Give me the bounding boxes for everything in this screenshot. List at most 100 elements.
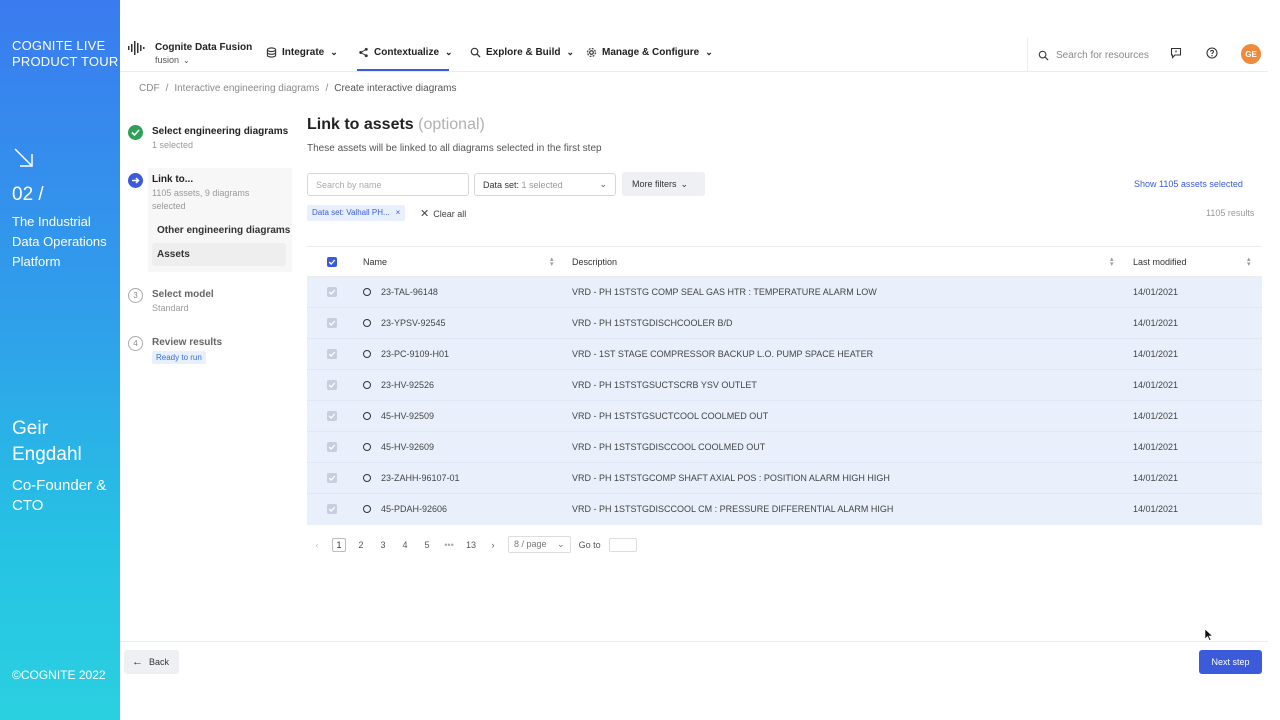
environment-selector[interactable]: fusion ⌄	[155, 55, 190, 65]
asset-name[interactable]: 23-ZAHH-96107-01	[381, 473, 460, 483]
table-row[interactable]: 23-ZAHH-96107-01 VRD - PH 1STSTGCOMP SHA…	[307, 463, 1262, 494]
page-size-label: 8 / page	[514, 539, 547, 549]
asset-icon	[363, 381, 371, 389]
asset-name[interactable]: 23-PC-9109-H01	[381, 349, 449, 359]
page-description: These assets will be linked to all diagr…	[307, 143, 602, 154]
page-3[interactable]: 3	[376, 538, 390, 552]
row-checkbox[interactable]	[327, 411, 337, 421]
asset-last-modified: 14/01/2021	[1133, 318, 1179, 328]
step-subtitle: 1 selected	[152, 140, 194, 150]
show-selected-link[interactable]: Show 1105 assets selected	[1134, 179, 1243, 189]
column-last-modified[interactable]: Last modified	[1133, 257, 1187, 267]
breadcrumb-interactive-diagrams[interactable]: Interactive engineering diagrams	[174, 83, 319, 94]
nav-explore-build[interactable]: Explore & Build ⌄	[470, 47, 574, 58]
table-row[interactable]: 23-PC-9109-H01 VRD - 1ST STAGE COMPRESSO…	[307, 339, 1262, 370]
clear-all-label: Clear all	[433, 209, 467, 219]
asset-name[interactable]: 23-TAL-96148	[381, 287, 438, 297]
column-name[interactable]: Name	[363, 257, 387, 267]
asset-last-modified: 14/01/2021	[1133, 349, 1179, 359]
asset-last-modified: 14/01/2021	[1133, 287, 1179, 297]
back-button[interactable]: ← Back	[124, 650, 179, 674]
asset-name[interactable]: 45-HV-92609	[381, 442, 434, 452]
table-row[interactable]: 45-HV-92609 VRD - PH 1STSTGDISCCOOL COOL…	[307, 432, 1262, 463]
asset-name[interactable]: 45-HV-92509	[381, 411, 434, 421]
goto-page-input[interactable]	[608, 537, 637, 552]
database-icon	[266, 47, 277, 58]
asset-last-modified: 14/01/2021	[1133, 411, 1179, 421]
asset-last-modified: 14/01/2021	[1133, 504, 1179, 514]
asset-icon	[363, 474, 371, 482]
row-checkbox[interactable]	[327, 442, 337, 452]
chapter-number: 02 /	[12, 184, 44, 205]
page-5[interactable]: 5	[420, 538, 434, 552]
next-page-icon[interactable]: ›	[486, 538, 500, 552]
help-icon[interactable]	[1206, 47, 1218, 59]
more-filters-button[interactable]: More filters ⌄	[622, 172, 705, 196]
search-by-name-input[interactable]: Search by name	[307, 173, 469, 196]
next-step-button[interactable]: Next step	[1199, 650, 1262, 674]
row-checkbox[interactable]	[327, 473, 337, 483]
more-filters-label: More filters	[632, 179, 677, 189]
substep-assets[interactable]: Assets	[152, 243, 286, 266]
asset-name[interactable]: 23-HV-92526	[381, 380, 434, 390]
dataset-label: Data set:	[483, 180, 520, 190]
feedback-icon[interactable]	[1170, 47, 1182, 59]
row-checkbox[interactable]	[327, 504, 337, 514]
select-all-checkbox[interactable]	[327, 257, 337, 267]
sort-icon[interactable]: ▴ ▾	[550, 256, 554, 268]
page-ellipsis[interactable]: •••	[442, 538, 456, 552]
page-size-select[interactable]: 8 / page ⌄	[508, 536, 571, 553]
goto-label: Go to	[578, 539, 601, 550]
asset-description: VRD - PH 1STSTGDISCCOOL CM : PRESSURE DI…	[572, 504, 894, 514]
share-nodes-icon	[359, 47, 368, 58]
column-description[interactable]: Description	[572, 257, 617, 267]
resource-search[interactable]: Search for resources	[1027, 38, 1157, 72]
environment-label: fusion	[155, 55, 180, 65]
filter-tag[interactable]: Data set: Valhall PH... ×	[307, 205, 406, 221]
close-icon[interactable]: ×	[396, 208, 401, 217]
row-checkbox[interactable]	[327, 318, 337, 328]
nav-explore-build-label: Explore & Build	[486, 47, 561, 58]
dataset-select[interactable]: Data set: 1 selected ⌄	[474, 173, 616, 196]
prev-page-icon[interactable]: ‹	[310, 538, 324, 552]
breadcrumb-cdf[interactable]: CDF	[139, 83, 160, 94]
page-1[interactable]: 1	[332, 537, 346, 552]
substep-other-diagrams[interactable]: Other engineering diagrams	[157, 225, 290, 236]
table-row[interactable]: 23-YPSV-92545 VRD - PH 1STSTGDISCHCOOLER…	[307, 308, 1262, 339]
nav-contextualize-label: Contextualize	[374, 47, 440, 58]
arrow-right-circle-icon	[128, 173, 143, 188]
sort-icon[interactable]: ▴ ▾	[1110, 256, 1114, 268]
table-row[interactable]: 23-HV-92526 VRD - PH 1STSTGSUCTSCRB YSV …	[307, 370, 1262, 401]
cognite-logo-icon[interactable]	[128, 40, 146, 56]
row-checkbox[interactable]	[327, 287, 337, 297]
row-checkbox[interactable]	[327, 380, 337, 390]
table-row[interactable]: 45-PDAH-92606 VRD - PH 1STSTGDISCCOOL CM…	[307, 494, 1262, 525]
breadcrumb-current: Create interactive diagrams	[334, 83, 457, 94]
page-4[interactable]: 4	[398, 538, 412, 552]
app-brand: Cognite Data Fusion	[155, 42, 253, 53]
asset-description: VRD - PH 1STSTGDISCCOOL COOLMED OUT	[572, 442, 766, 452]
row-checkbox[interactable]	[327, 349, 337, 359]
table-row[interactable]: 23-TAL-96148 VRD - PH 1STSTG COMP SEAL G…	[307, 277, 1262, 308]
page-13[interactable]: 13	[464, 538, 478, 552]
asset-last-modified: 14/01/2021	[1133, 473, 1179, 483]
asset-description: VRD - PH 1STSTG COMP SEAL GAS HTR : TEMP…	[572, 287, 877, 297]
clear-all-button[interactable]: ✕ Clear all	[420, 207, 466, 220]
filter-tag-label: Data set: Valhall PH...	[312, 208, 390, 217]
chevron-down-icon: ⌄	[566, 47, 574, 57]
asset-name[interactable]: 23-YPSV-92545	[381, 318, 446, 328]
nav-integrate[interactable]: Integrate ⌄	[266, 47, 338, 58]
page-2[interactable]: 2	[354, 538, 368, 552]
chevron-down-icon: ⌄	[680, 179, 689, 189]
table-row[interactable]: 45-HV-92509 VRD - PH 1STSTGSUCTCOOL COOL…	[307, 401, 1262, 432]
asset-name[interactable]: 45-PDAH-92606	[381, 504, 447, 514]
user-avatar[interactable]: GE	[1241, 44, 1261, 64]
asset-description: VRD - PH 1STSTGCOMP SHAFT AXIAL POS : PO…	[572, 473, 890, 483]
nav-contextualize[interactable]: Contextualize ⌄	[358, 47, 453, 58]
arrow-down-right-icon	[14, 148, 33, 167]
nav-manage-configure[interactable]: Manage & Configure ⌄	[586, 47, 713, 58]
step-number-3: 3	[128, 288, 143, 303]
ready-to-run-badge: Ready to run	[152, 351, 206, 364]
asset-icon	[363, 288, 371, 296]
sort-icon[interactable]: ▴ ▾	[1247, 256, 1251, 268]
